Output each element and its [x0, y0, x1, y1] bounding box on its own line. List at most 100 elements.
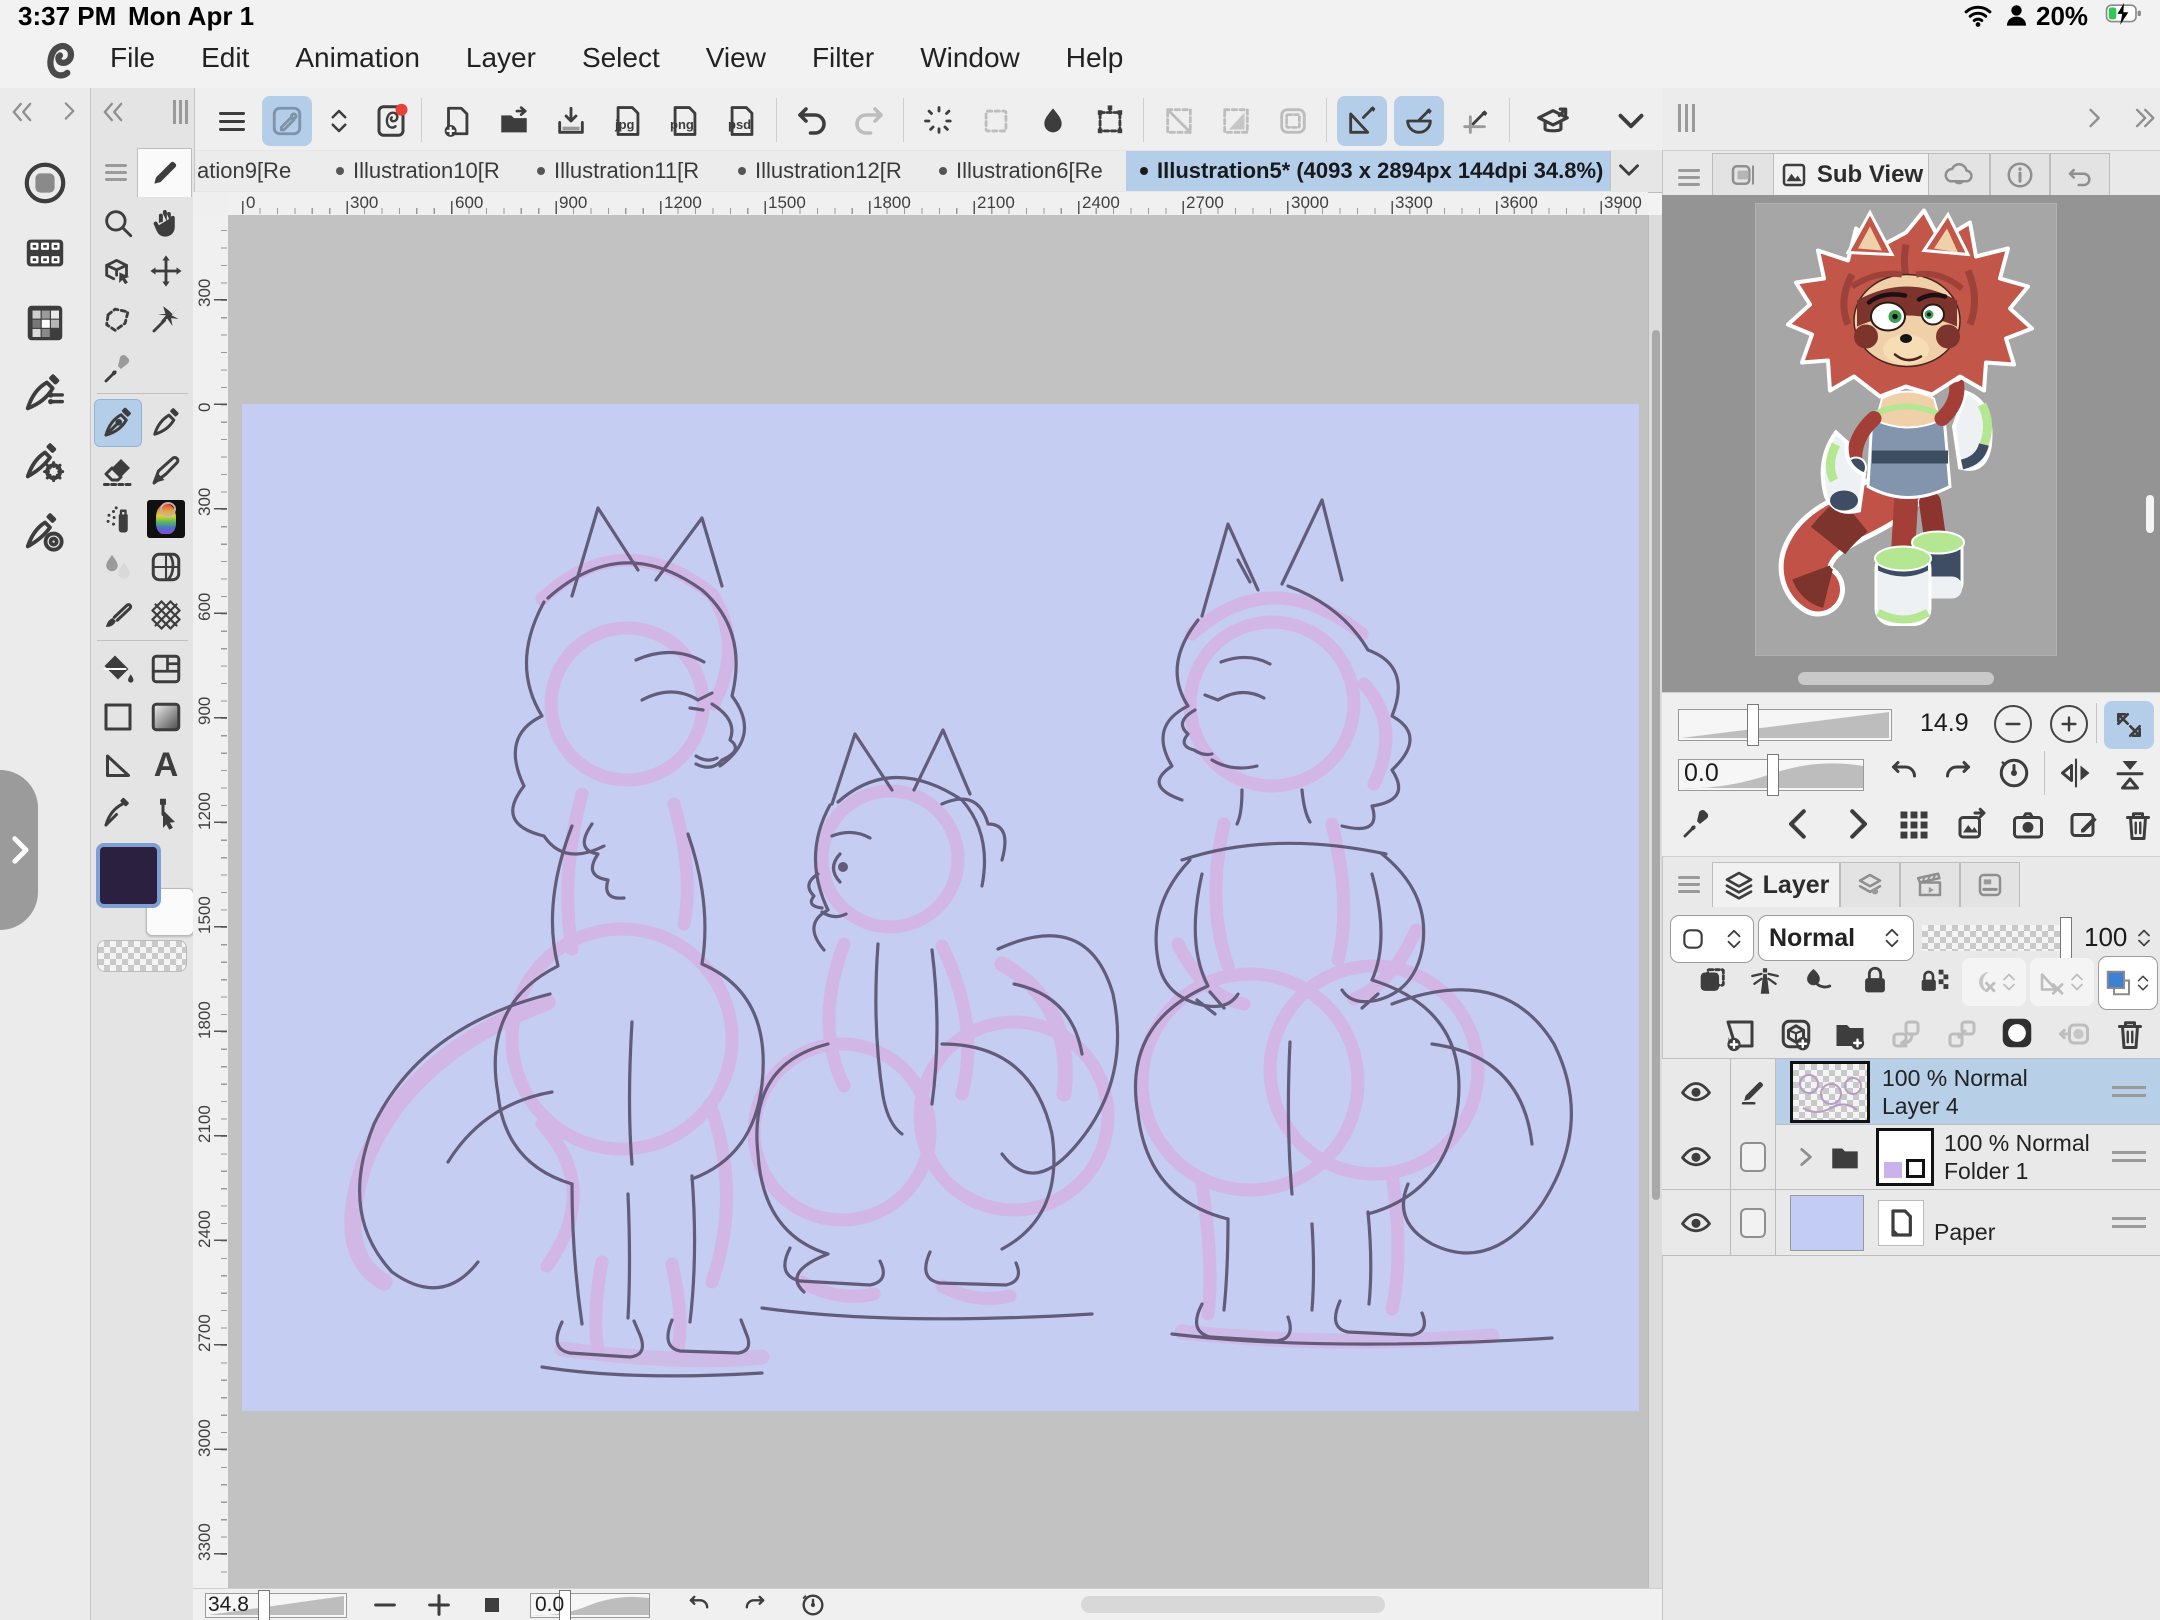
tool-fill[interactable]	[95, 646, 141, 692]
tab-animation-cels[interactable]	[1900, 862, 1960, 907]
create-layer-mask-button[interactable]	[1998, 1014, 2036, 1057]
color-set-palette-button[interactable]	[22, 300, 68, 351]
layer4-visibility-toggle[interactable]	[1662, 1059, 1731, 1124]
tab-sub-view[interactable]: Sub View	[1773, 153, 1929, 196]
subview-image-area[interactable]	[1662, 195, 2160, 692]
canvas-hscrollbar[interactable]	[1081, 1596, 1385, 1613]
palette-grip-icon[interactable]	[173, 100, 188, 124]
tool-property-palette-button[interactable]	[22, 440, 68, 491]
tab-information[interactable]	[1990, 153, 2050, 196]
rotate-cw-button[interactable]	[741, 1591, 769, 1620]
save-button[interactable]	[546, 96, 596, 146]
subview-open-image-button[interactable]	[1954, 807, 1990, 848]
layer-thumbnail-size-stepper[interactable]	[1670, 915, 1754, 963]
layer4-drag-handle[interactable]	[2112, 1081, 2146, 1102]
folder1-thumbnail[interactable]	[1876, 1128, 1934, 1186]
apply-mask-button[interactable]	[2056, 1016, 2092, 1057]
subview-camera-button[interactable]	[2010, 807, 2046, 848]
new-vector-layer-button[interactable]	[1778, 1016, 1814, 1057]
rotate-ccw-button[interactable]	[685, 1591, 713, 1620]
subview-eyedropper-button[interactable]	[1680, 807, 1714, 846]
main-color-swatch[interactable]	[96, 843, 161, 908]
new-layer-folder-button[interactable]	[1832, 1016, 1868, 1057]
subview-rotate-cw-button[interactable]	[1940, 755, 1976, 796]
draft-layer-button[interactable]	[1800, 964, 1834, 1003]
subview-delete-button[interactable]	[2120, 807, 2156, 848]
open-file-button[interactable]	[489, 96, 539, 146]
tab-list-button[interactable]	[1612, 153, 1646, 192]
opacity-stepper-icon[interactable]	[2134, 922, 2154, 954]
tool-blend[interactable]	[95, 544, 141, 590]
tool-pencil[interactable]	[143, 400, 189, 446]
zoom-out-button[interactable]	[371, 1591, 399, 1620]
layer4-row-content[interactable]: 100 % Normal Layer 4	[1776, 1059, 2160, 1124]
subview-prev-button[interactable]	[1780, 805, 1818, 848]
subview-flip-horizontal-button[interactable]	[2058, 755, 2094, 796]
lock-transparent-pixels-button[interactable]	[1916, 964, 1950, 1003]
tab-illustration5-active[interactable]: Illustration5* (4093 x 2894px 144dpi 34.…	[1126, 151, 1611, 191]
tab-history[interactable]	[2050, 153, 2110, 196]
subview-thumbnail-list-button[interactable]	[1896, 807, 1932, 848]
tool-frame-border[interactable]	[143, 646, 189, 692]
folder1-expander-icon[interactable]	[1792, 1144, 1818, 1170]
paper-drag-handle[interactable]	[2112, 1212, 2146, 1233]
paper-thumbnail[interactable]	[1790, 1195, 1864, 1251]
merge-down-button[interactable]	[1944, 1016, 1980, 1057]
tab-illustration6[interactable]: Illustration6[Re	[925, 151, 1127, 191]
tool-eraser[interactable]	[95, 448, 141, 494]
subview-zoom-handle[interactable]	[1747, 704, 1759, 746]
reset-rotation-button[interactable]	[799, 1591, 827, 1620]
command-bar-menu-button[interactable]	[207, 96, 257, 146]
tool-marker[interactable]	[143, 448, 189, 494]
paper-row-content[interactable]: Paper	[1776, 1190, 2160, 1255]
tool-pen-active[interactable]	[95, 400, 141, 446]
tutorial-button[interactable]	[1528, 96, 1578, 146]
tool-hatching[interactable]	[143, 592, 189, 638]
tab-layer-list[interactable]	[1960, 862, 2020, 907]
subview-flip-vertical-button[interactable]	[2112, 755, 2148, 796]
subview-menu-icon[interactable]	[1678, 165, 1700, 190]
subview-rotate-handle[interactable]	[1767, 754, 1779, 796]
touch-gesture-button[interactable]	[262, 96, 312, 146]
collapse-left-icon[interactable]	[8, 98, 36, 126]
layer-panel-menu-icon[interactable]	[1678, 872, 1700, 897]
layer-color-button[interactable]	[2098, 956, 2158, 1010]
folder1-drag-handle[interactable]	[2112, 1146, 2146, 1167]
canvas-vscrollbar[interactable]	[1648, 215, 1663, 1588]
panel-grip-icon[interactable]	[1678, 104, 1695, 132]
undo-button[interactable]	[787, 96, 837, 146]
panel-expand-icon[interactable]	[2130, 104, 2158, 132]
enable-ruler-disabled-button[interactable]	[2030, 958, 2094, 1006]
layer-opacity-slider[interactable]	[1922, 925, 2070, 951]
timeline-palette-button[interactable]	[22, 230, 68, 281]
subview-hscrollbar-thumb[interactable]	[1798, 672, 1994, 685]
enable-clipping-disabled-button[interactable]	[1962, 958, 2026, 1006]
layer4-thumbnail[interactable]	[1790, 1061, 1870, 1123]
snap-line-button[interactable]	[1154, 96, 1204, 146]
tool-tab-draw[interactable]	[137, 148, 192, 197]
zoom-100-button[interactable]	[485, 1598, 499, 1612]
snap-to-special-ruler-button[interactable]	[1394, 96, 1444, 146]
paper-visibility-toggle[interactable]	[1662, 1190, 1731, 1255]
deselect-button[interactable]	[914, 96, 964, 146]
subview-next-button[interactable]	[1838, 805, 1876, 848]
subview-edit-button[interactable]	[2066, 807, 2102, 848]
clip-to-layer-below-button[interactable]	[1695, 964, 1729, 1003]
tab-illustration11[interactable]: Illustration11[R	[523, 151, 725, 191]
blend-mode-dropdown[interactable]: Normal	[1758, 915, 1914, 961]
tab-illustration10[interactable]: Illustration10[R	[322, 151, 524, 191]
new-canvas-button[interactable]	[432, 96, 482, 146]
transfer-to-lower-layer-button[interactable]	[1888, 1016, 1924, 1057]
tab-navigator[interactable]	[1712, 153, 1774, 196]
subview-zoom-out-button[interactable]	[1994, 705, 2032, 743]
tool-palette-menu-icon[interactable]	[105, 160, 127, 185]
zoom-slider-handle[interactable]	[258, 1590, 270, 1620]
delete-layer-button[interactable]	[2112, 1016, 2148, 1057]
clip-studio-button[interactable]	[366, 96, 416, 146]
snap-frame-button[interactable]	[1268, 96, 1318, 146]
brush-size-palette-button[interactable]	[22, 510, 68, 561]
tool-liquify[interactable]	[143, 544, 189, 590]
tab-reference[interactable]	[1928, 153, 1990, 196]
folder1-visibility-toggle[interactable]	[1662, 1124, 1731, 1189]
paper-checkbox[interactable]	[1731, 1190, 1776, 1255]
